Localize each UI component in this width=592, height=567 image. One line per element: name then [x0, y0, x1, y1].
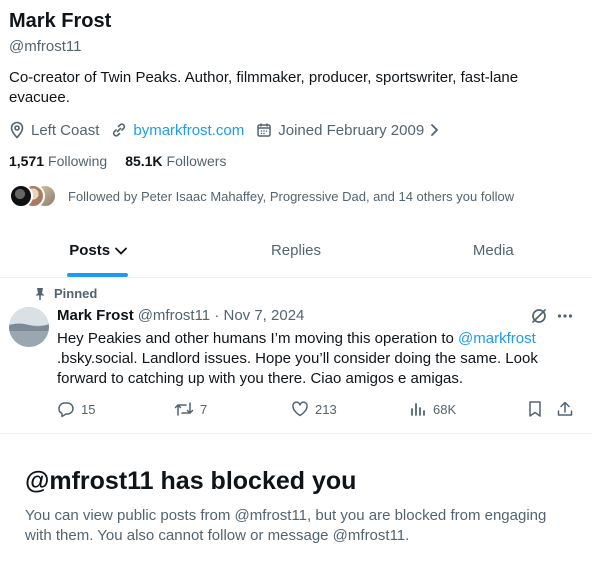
location-text: Left Coast [31, 121, 100, 139]
location-item: Left Coast [9, 121, 99, 139]
repost-count: 7 [200, 401, 208, 417]
chevron-down-icon [115, 247, 127, 255]
avatar-image [9, 307, 49, 347]
joined-text: Joined February 2009 [278, 121, 425, 139]
calendar-icon [257, 123, 271, 137]
blocked-message: You can view public posts from @mfrost11… [25, 507, 547, 544]
profile-tabs: Posts Replies Media [0, 226, 592, 278]
grok-icon [532, 309, 546, 323]
profile-handle: @mfrost11 [9, 38, 82, 55]
views-icon [411, 403, 425, 416]
website-item[interactable]: bymarkfrost.com [111, 122, 244, 139]
bookmark-icon [529, 401, 541, 417]
post-author-avatar[interactable] [9, 307, 49, 347]
pin-icon [35, 287, 45, 300]
repost-icon [174, 402, 194, 416]
profile-bio: Co-creator of Twin Peaks. Author, filmma… [9, 69, 519, 106]
like-button[interactable]: 213 [291, 400, 337, 418]
post-header: Mark Frost @mfrost11 · Nov 7, 2024 [57, 307, 304, 324]
reply-count: 15 [81, 401, 96, 417]
reply-icon [58, 402, 74, 418]
mention-link[interactable]: @markfrost [458, 330, 536, 347]
repost-button[interactable]: 7 [174, 400, 207, 418]
following-label: Following [48, 153, 108, 169]
website-link[interactable]: bymarkfrost.com [133, 122, 244, 139]
followers-label: Followers [166, 153, 227, 169]
tab-media-label: Media [472, 242, 514, 259]
follower-avatars [9, 184, 57, 208]
follow-stats: 1,571 Following 85.1K Followers [9, 153, 226, 169]
tab-replies-label: Replies [270, 242, 321, 259]
more-icon [557, 314, 573, 318]
link-icon [113, 123, 126, 137]
post-author-name[interactable]: Mark Frost [57, 307, 134, 324]
post-text-part: .bsky.social. Landlord issues. Hope you’… [57, 350, 538, 387]
views-count: 68K [433, 401, 457, 417]
tab-posts-label: Posts [69, 242, 111, 259]
pinned-indicator: Pinned [34, 286, 97, 301]
location-pin-icon [10, 121, 24, 139]
heart-icon [292, 401, 308, 417]
chevron-right-icon [431, 124, 439, 136]
bookmark-button[interactable] [527, 400, 549, 418]
tab-posts[interactable]: Posts [0, 226, 197, 277]
pinned-label: Pinned [54, 286, 98, 301]
profile-meta: Left Coast bymarkfrost.com Joined Februa… [9, 120, 452, 140]
tab-media[interactable]: Media [395, 226, 592, 277]
post-actions: 15 7 213 68K [57, 400, 577, 420]
following-link[interactable]: 1,571 Following [9, 153, 107, 169]
profile-name: Mark Frost [9, 10, 112, 32]
followed-by-text: Followed by Peter Isaac Mahaffey, Progre… [68, 188, 515, 204]
followed-by[interactable]: Followed by Peter Isaac Mahaffey, Progre… [9, 184, 514, 208]
blocked-title: @mfrost11 has blocked you [25, 467, 357, 495]
post-text: Hey Peakies and other humans I’m moving … [57, 329, 567, 389]
avatar [9, 184, 33, 208]
post-text-part: Hey Peakies and other humans I’m moving … [57, 330, 459, 347]
divider [0, 433, 592, 434]
active-tab-indicator [67, 273, 128, 277]
grok-button[interactable] [530, 307, 548, 330]
like-count: 213 [315, 401, 337, 417]
following-count: 1,571 [9, 153, 45, 169]
reply-button[interactable]: 15 [57, 400, 95, 418]
share-button[interactable] [556, 400, 580, 418]
joined-item[interactable]: Joined February 2009 [256, 122, 440, 139]
followers-count: 85.1K [125, 153, 163, 169]
share-icon [557, 401, 573, 416]
views-button[interactable]: 68K [409, 400, 456, 418]
post-handle-date[interactable]: @mfrost11 · Nov 7, 2024 [138, 307, 305, 324]
more-options-button[interactable] [556, 307, 574, 330]
tab-replies[interactable]: Replies [197, 226, 394, 277]
followers-link[interactable]: 85.1K Followers [125, 153, 226, 169]
